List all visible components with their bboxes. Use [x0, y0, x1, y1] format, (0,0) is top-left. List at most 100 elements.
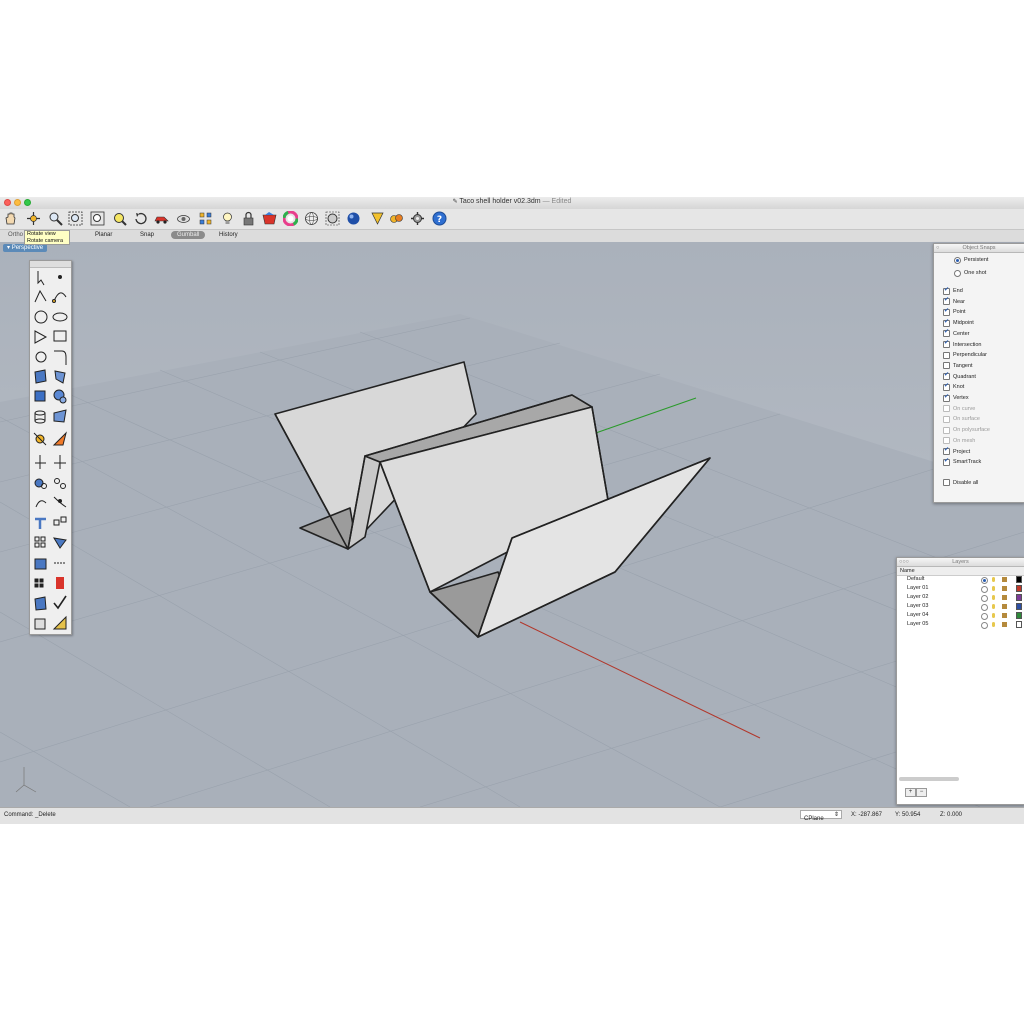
snap-disable-all[interactable]: Disable all: [943, 479, 978, 487]
lock-icon[interactable]: [1002, 577, 1007, 582]
sphere-icon[interactable]: [325, 211, 340, 226]
explode-icon[interactable]: [33, 432, 47, 446]
lock-icon[interactable]: [1002, 613, 1007, 618]
grid-array-icon[interactable]: [34, 578, 44, 588]
car-icon[interactable]: [154, 211, 169, 226]
layer-color-swatch[interactable]: [1016, 594, 1022, 601]
snap-option-quadrant[interactable]: Quadrant: [943, 371, 976, 381]
current-layer-radio[interactable]: [981, 622, 988, 629]
checkbox[interactable]: [943, 393, 950, 402]
snap-option-project[interactable]: Project: [943, 446, 970, 456]
layer-color-swatch[interactable]: [1016, 621, 1022, 628]
color-wheel-icon[interactable]: [283, 211, 298, 226]
checkbox[interactable]: [943, 382, 950, 391]
scale-icon[interactable]: [35, 517, 46, 529]
layer-state-icon[interactable]: [198, 211, 213, 226]
zoom-window-icon[interactable]: [90, 211, 105, 226]
rectangle-icon[interactable]: [53, 330, 67, 342]
snap-option-on-surface[interactable]: On surface: [943, 415, 980, 423]
layer-row[interactable]: Layer 03: [897, 602, 1024, 611]
snap-option-end[interactable]: End: [943, 286, 963, 295]
box-icon[interactable]: [34, 390, 46, 402]
lightbulb-icon[interactable]: [992, 613, 995, 618]
checkbox[interactable]: [943, 296, 950, 306]
split-icon[interactable]: [35, 455, 46, 469]
checkbox[interactable]: [943, 457, 950, 466]
tab-ortho[interactable]: Ortho: [8, 232, 23, 238]
rotate-icon[interactable]: [35, 500, 47, 508]
trim-icon[interactable]: [54, 455, 66, 469]
layer-name[interactable]: Layer 01: [907, 584, 928, 593]
move-icon[interactable]: [53, 496, 67, 508]
point-icon[interactable]: [58, 275, 62, 279]
curve-icon[interactable]: [52, 292, 67, 303]
snap-option-intersection[interactable]: Intersection: [943, 339, 981, 349]
layer-row[interactable]: Layer 02: [897, 593, 1024, 602]
lightbulb-icon[interactable]: [992, 586, 995, 591]
tab-snap[interactable]: Snap: [140, 232, 154, 238]
ruler-icon[interactable]: [52, 615, 67, 630]
current-layer-radio[interactable]: [981, 595, 988, 602]
snap-option-smarttrack[interactable]: SmartTrack: [943, 457, 981, 466]
options-icon[interactable]: [410, 211, 425, 226]
snap-option-center[interactable]: Center: [943, 328, 970, 338]
mirror-icon[interactable]: [53, 516, 67, 526]
layer-row[interactable]: Layer 01: [897, 584, 1024, 593]
layer-name[interactable]: Layer 04: [907, 611, 928, 620]
layer-color-swatch[interactable]: [1016, 576, 1022, 583]
snap-option-on-curve[interactable]: On curve: [943, 405, 975, 413]
current-layer-radio[interactable]: [981, 586, 988, 593]
flag-icon[interactable]: [370, 211, 385, 226]
radio-button[interactable]: [954, 256, 961, 264]
snap-option-near[interactable]: Near: [943, 296, 965, 306]
add-layer-button[interactable]: +: [905, 788, 916, 797]
analyze-icon[interactable]: [56, 577, 64, 589]
layer-name[interactable]: Layer 05: [907, 620, 928, 629]
layer-name[interactable]: Layer 02: [907, 593, 928, 602]
group-icon[interactable]: [54, 478, 66, 489]
current-layer-radio[interactable]: [981, 577, 988, 584]
layers-scrollbar[interactable]: [899, 777, 959, 781]
layer-color-swatch[interactable]: [1016, 585, 1022, 592]
lightbulb-icon[interactable]: [992, 577, 995, 582]
light-icon[interactable]: [220, 211, 235, 226]
rotate-view-icon[interactable]: [26, 211, 41, 226]
snap-mode-one-shot[interactable]: One shot: [954, 269, 986, 277]
polygon-icon[interactable]: [34, 330, 48, 344]
viewport-title-perspective[interactable]: ▾ Perspective: [3, 244, 48, 252]
snap-option-on-mesh[interactable]: On mesh: [943, 437, 975, 445]
lightbulb-icon[interactable]: [992, 604, 995, 609]
checkbox[interactable]: [943, 362, 950, 370]
snap-option-tangent[interactable]: Tangent: [943, 362, 973, 370]
checkbox[interactable]: [943, 426, 950, 434]
render-view-icon[interactable]: [34, 618, 46, 630]
snap-option-midpoint[interactable]: Midpoint: [943, 318, 974, 327]
lock-icon[interactable]: [1002, 595, 1007, 600]
checkbox[interactable]: [943, 479, 950, 487]
hide-icon[interactable]: [176, 211, 191, 226]
check-icon[interactable]: [53, 595, 67, 610]
render-icon[interactable]: [262, 211, 277, 226]
lock-icon[interactable]: [1002, 586, 1007, 591]
checkbox[interactable]: [943, 371, 950, 381]
polyline-icon[interactable]: [34, 289, 47, 303]
current-layer-radio[interactable]: [981, 613, 988, 620]
checkbox[interactable]: [943, 339, 950, 348]
lock-icon[interactable]: [241, 211, 256, 226]
radio-button[interactable]: [954, 269, 961, 277]
layer-name[interactable]: Default: [907, 575, 924, 584]
material-icon[interactable]: [346, 211, 361, 226]
lightbulb-icon[interactable]: [992, 622, 995, 627]
snap-option-knot[interactable]: Knot: [943, 382, 964, 391]
puzzle-icon[interactable]: [389, 211, 404, 226]
lock-icon[interactable]: [1002, 622, 1007, 627]
checkbox[interactable]: [943, 351, 950, 359]
command-line[interactable]: Command: _Delete: [4, 812, 56, 818]
lightbulb-icon[interactable]: [992, 595, 995, 600]
zoom-icon[interactable]: [48, 211, 63, 226]
layer-row[interactable]: Layer 04: [897, 611, 1024, 620]
snap-mode-persistent[interactable]: Persistent: [954, 256, 988, 264]
array-icon[interactable]: [34, 536, 46, 548]
panel-close-icon[interactable]: ○: [936, 244, 939, 252]
extrude-surface-icon[interactable]: [54, 370, 66, 384]
